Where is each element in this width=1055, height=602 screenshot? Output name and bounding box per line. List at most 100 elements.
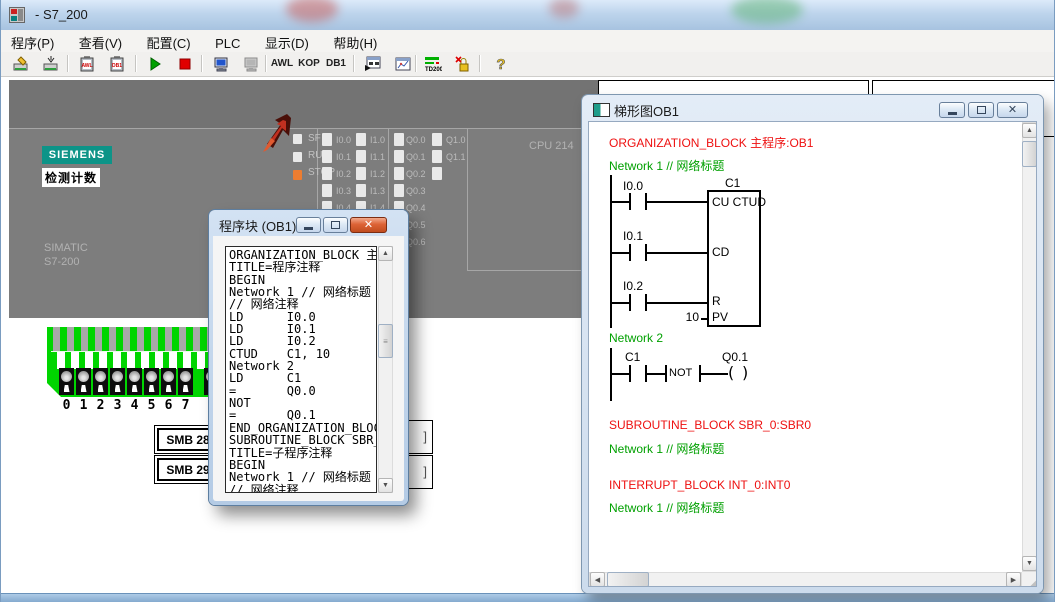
- run-button[interactable]: [141, 53, 169, 74]
- contact-label: I0.2: [623, 279, 643, 293]
- chart-window-button[interactable]: [389, 53, 417, 74]
- stl-block-button[interactable]: AWL: [73, 53, 101, 74]
- stl-window-titlebar[interactable]: 程序块 (OB1) ✕: [209, 210, 408, 236]
- terminal-strip: [51, 351, 223, 369]
- switch-bulb: [112, 371, 123, 382]
- stl-minimize-button[interactable]: [296, 217, 321, 233]
- program-download-button[interactable]: [37, 53, 65, 74]
- monitor-on-icon: [213, 56, 229, 72]
- menu-view[interactable]: 查看(V): [69, 30, 132, 52]
- vscroll-thumb[interactable]: [1022, 141, 1037, 167]
- ladder-window-icon: [593, 103, 610, 117]
- contact-label: C1: [625, 350, 640, 364]
- int-network-label: Network 1 // 网络标题: [609, 499, 724, 516]
- org-block-header: ORGANIZATION_BLOCK 主程序:OB1: [609, 134, 813, 151]
- switch-bulb: [163, 371, 174, 382]
- flowchart-icon: [365, 56, 381, 72]
- vscroll-thumb[interactable]: ≡: [378, 324, 393, 358]
- monitor-off-button[interactable]: [237, 53, 265, 74]
- menu-help[interactable]: 帮助(H): [323, 30, 387, 52]
- ctud-cd-input: CD: [712, 245, 729, 259]
- resize-grip[interactable]: ◢: [1022, 572, 1037, 587]
- ladder-canvas: ORGANIZATION_BLOCK 主程序:OB1 Network 1 // …: [588, 121, 1037, 587]
- pot-slot: ]: [423, 429, 427, 444]
- stl-client-area: ORGANIZATION_BLOCK 主程序:OB1 TITLE=程序注释 BE…: [213, 236, 404, 501]
- unlock-button[interactable]: [449, 53, 477, 74]
- input-switch-6[interactable]: [161, 368, 176, 395]
- stl-maximize-button[interactable]: [323, 217, 348, 233]
- q0-labels: Q0.0Q0.1Q0.2Q0.3Q0.4Q0.5Q0.6: [406, 133, 426, 252]
- contact-bar: [629, 294, 631, 311]
- svg-text:DB1: DB1: [112, 63, 122, 69]
- scroll-down-button[interactable]: ▼: [1022, 556, 1037, 571]
- counter-name: C1: [725, 176, 740, 190]
- ladder-minimize-button[interactable]: [939, 102, 965, 118]
- input-switch-4[interactable]: [127, 368, 142, 395]
- stop-button[interactable]: [171, 53, 199, 74]
- switch-bulb: [180, 371, 191, 382]
- app-icon: [9, 7, 25, 23]
- coil-left: (: [728, 363, 734, 382]
- help-button[interactable]: ?: [487, 53, 515, 74]
- window-title: - S7_200: [35, 7, 88, 22]
- cpu-box-edge: [467, 270, 598, 271]
- input-switch-7[interactable]: [178, 368, 193, 395]
- program-title-label: 检测计数: [42, 168, 100, 187]
- kop-view-button[interactable]: KOP: [297, 53, 321, 74]
- db1-view-button[interactable]: DB1: [323, 53, 349, 74]
- contact-label: I0.1: [623, 229, 643, 243]
- td200-button[interactable]: TD200: [419, 53, 447, 74]
- not-bar: [665, 365, 667, 382]
- menu-display[interactable]: 显示(D): [255, 30, 319, 52]
- menu-config[interactable]: 配置(C): [137, 30, 201, 52]
- flowchart-button[interactable]: [359, 53, 387, 74]
- stl-window-icon: AWL: [79, 56, 95, 72]
- program-edit-button[interactable]: [7, 53, 35, 74]
- glass-smudge: [731, 0, 803, 24]
- i0-labels: I0.0I0.1I0.2I0.3I0.4: [336, 133, 351, 218]
- input-switch-bank: [59, 368, 193, 395]
- chart-window-icon: [395, 56, 411, 72]
- scroll-left-button[interactable]: ◀: [590, 572, 605, 587]
- ladder-hscrollbar[interactable]: [589, 572, 1022, 587]
- i1-labels: I1.0I1.1I1.2I1.3I1.4: [370, 133, 385, 218]
- awl-view-button[interactable]: AWL: [269, 53, 295, 74]
- contact-bar: [629, 244, 631, 261]
- scroll-down-button[interactable]: ▼: [378, 478, 393, 493]
- svg-text:?: ?: [496, 56, 505, 72]
- stl-vscrollbar[interactable]: [378, 246, 393, 493]
- scroll-right-button[interactable]: ▶: [1006, 572, 1021, 587]
- input-switch-2[interactable]: [93, 368, 108, 395]
- toolbar-separator: [135, 55, 137, 72]
- ladder-maximize-button[interactable]: [968, 102, 994, 118]
- contact-bar: [629, 365, 631, 382]
- stl-code-editor[interactable]: ORGANIZATION_BLOCK 主程序:OB1 TITLE=程序注释 BE…: [225, 246, 377, 493]
- ladder-close-button[interactable]: ✕: [997, 102, 1028, 118]
- program-edit-icon: [13, 56, 29, 72]
- data-block-button[interactable]: DB1: [103, 53, 131, 74]
- input-switch-5[interactable]: [144, 368, 159, 395]
- stl-close-button[interactable]: ✕: [350, 217, 387, 233]
- monitor-on-button[interactable]: [207, 53, 235, 74]
- i0-led-column: [322, 133, 332, 214]
- ladder-vscrollbar[interactable]: [1022, 122, 1037, 572]
- scroll-up-button[interactable]: ▲: [1022, 123, 1037, 138]
- td200-label: TD200: [425, 67, 442, 72]
- hscroll-thumb[interactable]: [607, 572, 649, 587]
- input-switch-3[interactable]: [110, 368, 125, 395]
- ladder-window-titlebar[interactable]: 梯形图OB1 ✕: [582, 95, 1043, 121]
- menu-program[interactable]: 程序(P): [1, 30, 64, 52]
- panel-top-band: [9, 80, 598, 128]
- terminal-pins: [53, 327, 223, 353]
- titlebar[interactable]: - S7_200: [1, 0, 1055, 30]
- ctud-pv-input: PV: [712, 310, 728, 324]
- coil-right: ): [742, 363, 748, 382]
- switch-bulb: [129, 371, 140, 382]
- scroll-up-button[interactable]: ▲: [378, 246, 393, 261]
- input-switch-1[interactable]: [76, 368, 91, 395]
- not-symbol: NOT: [669, 367, 692, 379]
- glass-smudge: [549, 0, 579, 18]
- program-download-icon: [43, 56, 59, 72]
- input-switch-0[interactable]: [59, 368, 74, 395]
- cpu-box-edge: [467, 128, 468, 270]
